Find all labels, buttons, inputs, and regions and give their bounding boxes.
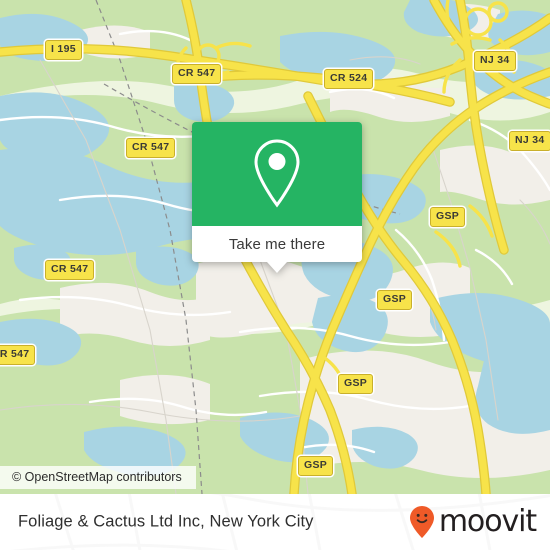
map-attribution[interactable]: © OpenStreetMap contributors [0, 466, 196, 489]
road-shield: CR 547 [172, 64, 222, 84]
place-title: Foliage & Cactus Ltd Inc, New York City [18, 512, 314, 531]
road-shield: NJ 34 [509, 131, 550, 151]
map-pin-icon [254, 139, 300, 208]
road-shield: I 195 [45, 40, 82, 60]
road-shield: NJ 34 [474, 51, 516, 71]
road-shield: GSP [377, 290, 413, 310]
footer-bar: Foliage & Cactus Ltd Inc, New York City … [0, 494, 550, 550]
take-me-there-label: Take me there [228, 235, 326, 253]
road-shield: GSP [298, 456, 334, 476]
map-canvas[interactable]: .w{fill:#a8d4e3} .f{fill:#c9e3ac} .u{fil… [0, 0, 550, 494]
screenshot-root: .w{fill:#a8d4e3} .f{fill:#c9e3ac} .u{fil… [0, 0, 550, 550]
moovit-smiley-pin-icon [409, 506, 434, 538]
road-shield: CR 547 [0, 345, 36, 365]
road-shield: CR 524 [324, 69, 374, 89]
road-shield: CR 547 [126, 138, 176, 158]
road-shield: GSP [338, 374, 374, 394]
road-shield: CR 547 [45, 260, 95, 280]
location-callout-card[interactable]: Take me there [192, 122, 362, 273]
take-me-there-button[interactable]: Take me there [192, 226, 362, 273]
road-shield: GSP [430, 207, 466, 227]
moovit-wordmark: moovit [438, 504, 537, 539]
callout-pin-area [192, 122, 362, 226]
moovit-brand[interactable]: moovit [409, 504, 537, 539]
callout-tail [267, 262, 287, 273]
